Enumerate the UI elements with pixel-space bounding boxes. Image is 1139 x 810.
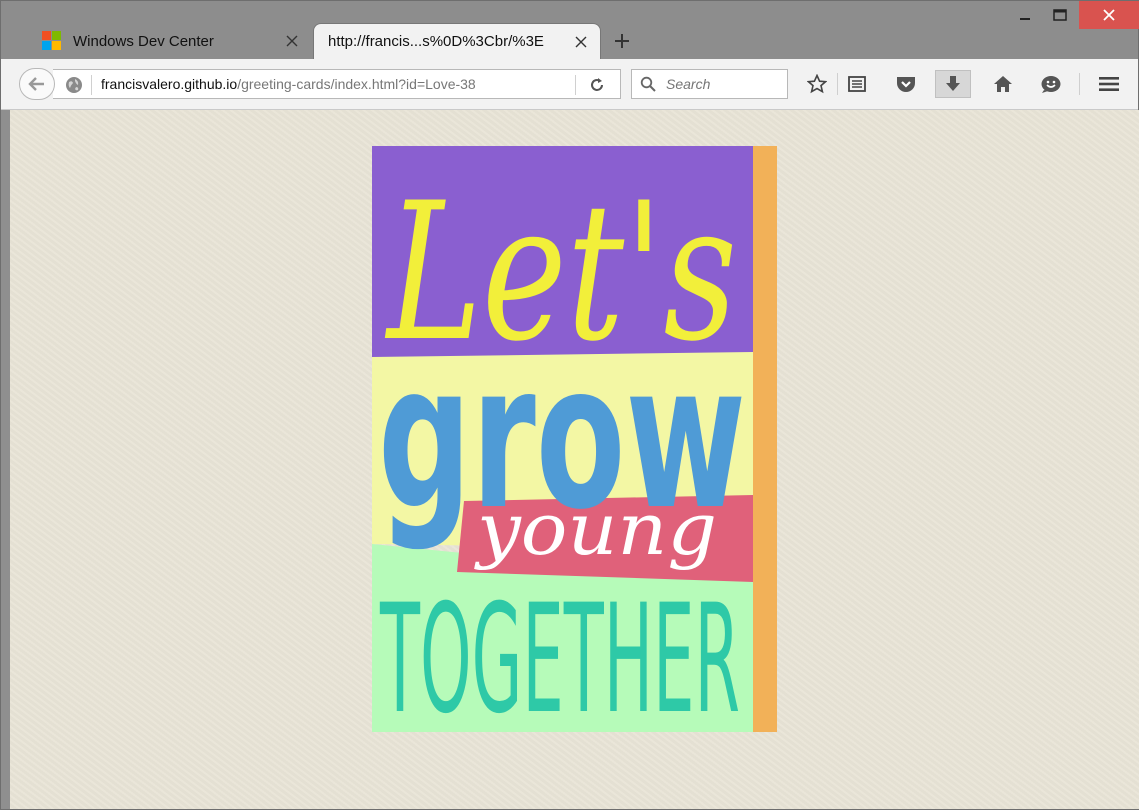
reload-button[interactable] [585, 75, 609, 95]
browser-window: Windows Dev Center http://francis...s%0D… [0, 0, 1139, 810]
new-tab-button[interactable] [609, 28, 635, 54]
maximize-button[interactable] [1043, 1, 1077, 29]
star-icon [807, 74, 827, 94]
card-text-young: young [474, 487, 717, 571]
minimize-button[interactable] [1009, 1, 1041, 29]
back-button[interactable] [19, 68, 55, 100]
separator [575, 75, 576, 95]
pocket-icon [897, 77, 915, 92]
address-bar[interactable]: francisvalero.github.io/greeting-cards/i… [53, 69, 621, 99]
menu-icon [1099, 77, 1119, 91]
page-content: Let's grow young TOGETHER [10, 110, 1139, 809]
downloads-button[interactable] [935, 70, 971, 98]
reading-list-button[interactable] [839, 70, 875, 98]
close-tab-icon[interactable] [570, 31, 592, 53]
close-tab-icon[interactable] [281, 30, 303, 52]
separator [1079, 73, 1080, 95]
pocket-button[interactable] [888, 70, 924, 98]
tab-label: http://francis...s%0D%3Cbr/%3E [328, 33, 544, 50]
minimize-icon [1020, 18, 1030, 20]
home-icon [994, 76, 1012, 92]
card-text-together: TOGETHER [380, 573, 740, 732]
home-button[interactable] [985, 70, 1021, 98]
separator [837, 73, 838, 95]
search-input[interactable] [664, 75, 786, 93]
plus-icon [615, 34, 629, 48]
reading-list-icon [848, 76, 866, 92]
greeting-card-image: Let's grow young TOGETHER [372, 146, 777, 732]
bookmark-star-button[interactable] [799, 70, 835, 98]
tab-windows-dev-center[interactable]: Windows Dev Center [31, 23, 311, 59]
separator [91, 75, 92, 95]
globe-icon [66, 77, 82, 93]
tab-label: Windows Dev Center [73, 32, 214, 50]
close-icon [1103, 9, 1115, 21]
close-window-button[interactable] [1079, 1, 1139, 29]
url-host: francisvalero.github.io [101, 76, 238, 92]
reload-icon [591, 78, 603, 91]
maximize-icon [1053, 9, 1067, 21]
hello-button[interactable] [1033, 70, 1069, 98]
url-text[interactable]: francisvalero.github.io/greeting-cards/i… [101, 76, 541, 92]
navigation-toolbar: francisvalero.github.io/greeting-cards/i… [1, 59, 1138, 110]
url-path: /greeting-cards/index.html?id=Love-38 [237, 76, 476, 92]
search-box[interactable] [631, 69, 788, 99]
download-icon [946, 76, 960, 91]
windows-logo-icon [42, 31, 61, 50]
hello-icon [1041, 76, 1061, 93]
tab-active-card[interactable]: http://francis...s%0D%3Cbr/%3E [313, 23, 601, 59]
search-icon [640, 76, 656, 92]
menu-button[interactable] [1091, 70, 1127, 98]
back-arrow-icon [28, 77, 44, 91]
title-bar: Windows Dev Center http://francis...s%0D… [1, 1, 1139, 59]
